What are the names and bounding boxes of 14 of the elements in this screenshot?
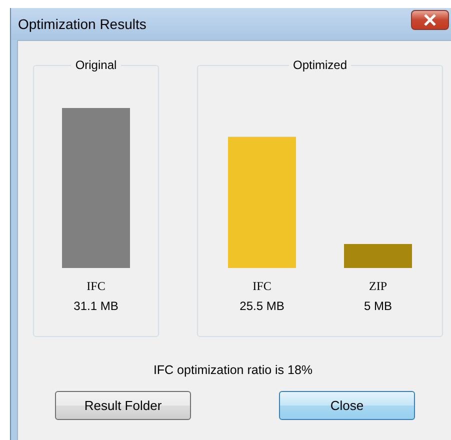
group-title: Original	[71, 58, 121, 72]
format-label: IFC	[86, 278, 106, 294]
size-label: 5 MB	[364, 298, 392, 314]
size-label: 25.5 MB	[240, 298, 284, 314]
close-button[interactable]	[411, 10, 449, 30]
ratio-text: IFC optimization ratio is 18%	[152, 363, 314, 377]
format-label: IFC	[252, 278, 272, 294]
result-folder-button[interactable]: Result Folder	[55, 391, 191, 420]
size-label: 31.1 MB	[74, 298, 118, 314]
window-title: Optimization Results	[18, 16, 146, 32]
group-title: Optimized	[288, 58, 352, 72]
close-icon	[423, 14, 437, 26]
close-dialog-button[interactable]: Close	[279, 391, 415, 420]
format-label: ZIP	[369, 278, 387, 294]
